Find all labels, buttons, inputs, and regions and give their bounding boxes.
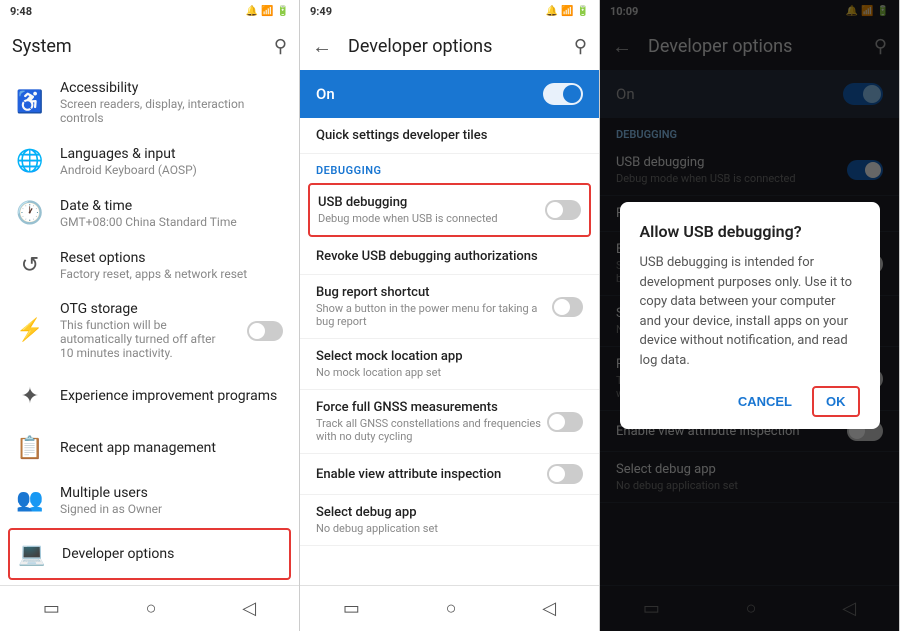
developer-label: Developer options [62, 546, 281, 562]
nav-back-1[interactable]: ◁ [226, 594, 272, 623]
reset-icon: ↺ [16, 253, 44, 278]
usb-debug-dialog: Allow USB debugging? USB debugging is in… [620, 202, 880, 429]
nav-square-2[interactable]: ▭ [327, 594, 376, 623]
debugging-header: DEBUGGING [300, 154, 599, 181]
dev-item-revoke[interactable]: Revoke USB debugging authorizations [300, 239, 599, 275]
reset-sub: Factory reset, apps & network reset [60, 267, 283, 281]
mock-label: Select mock location app [316, 349, 583, 364]
gnss-sub: Track all GNSS constellations and freque… [316, 417, 547, 443]
status-icons-2: 🔔 📶 🔋 [546, 6, 589, 17]
panel1-title: System [12, 36, 258, 57]
bugreport-label: Bug report shortcut [316, 285, 552, 300]
dev-on-bar: On [300, 70, 599, 118]
debugapp-sub: No debug application set [316, 522, 583, 535]
recent-label: Recent app management [60, 440, 283, 456]
dev-item-mock[interactable]: Select mock location app No mock locatio… [300, 339, 599, 390]
panel2-title: Developer options [348, 36, 558, 57]
bottom-nav-2: ▭ ○ ◁ [300, 585, 599, 631]
settings-item-accessibility[interactable]: ♿ Accessibility Screen readers, display,… [0, 70, 299, 135]
mock-sub: No mock location app set [316, 366, 583, 379]
recent-icon: 📋 [16, 436, 44, 461]
top-bar-1: System ⚲ [0, 22, 299, 70]
settings-item-users[interactable]: 👥 Multiple users Signed in as Owner [0, 474, 299, 526]
otg-toggle[interactable] [247, 321, 283, 341]
dialog-body: USB debugging is intended for developmen… [640, 253, 860, 370]
status-bar-2: 9:49 🔔 📶 🔋 [300, 0, 599, 22]
usb-debug-toggle[interactable] [545, 200, 581, 220]
datetime-label: Date & time [60, 198, 283, 214]
developer-icon: 💻 [18, 542, 46, 567]
users-icon: 👥 [16, 488, 44, 513]
dialog-overlay: Allow USB debugging? USB debugging is in… [600, 0, 899, 631]
bugreport-toggle[interactable] [552, 297, 583, 317]
status-time-1: 9:48 [10, 5, 32, 18]
settings-list: ♿ Accessibility Screen readers, display,… [0, 70, 299, 585]
bottom-nav-1: ▭ ○ ◁ [0, 585, 299, 631]
status-time-2: 9:49 [310, 5, 332, 18]
nav-circle-1[interactable]: ○ [130, 594, 173, 623]
dialog-ok-button[interactable]: OK [812, 386, 860, 417]
reset-label: Reset options [60, 250, 283, 266]
settings-item-language[interactable]: 🌐 Languages & input Android Keyboard (AO… [0, 135, 299, 187]
nav-square-1[interactable]: ▭ [27, 594, 76, 623]
dev-item-gnss[interactable]: Force full GNSS measurements Track all G… [300, 390, 599, 454]
accessibility-sub: Screen readers, display, interaction con… [60, 97, 283, 125]
debugapp-label: Select debug app [316, 505, 583, 520]
users-label: Multiple users [60, 485, 283, 501]
revoke-label: Revoke USB debugging authorizations [316, 249, 583, 264]
dev-settings-list: Quick settings developer tiles DEBUGGING… [300, 118, 599, 585]
dev-item-quick[interactable]: Quick settings developer tiles [300, 118, 599, 154]
otg-icon: ⚡ [16, 318, 44, 343]
back-button-2[interactable]: ← [312, 34, 332, 59]
usb-debug-label: USB debugging [318, 195, 498, 210]
accessibility-icon: ♿ [16, 90, 44, 115]
dev-item-viewattr[interactable]: Enable view attribute inspection [300, 454, 599, 495]
language-icon: 🌐 [16, 149, 44, 174]
search-icon-1[interactable]: ⚲ [274, 36, 287, 57]
nav-circle-2[interactable]: ○ [430, 594, 473, 623]
accessibility-label: Accessibility [60, 80, 283, 96]
top-bar-2: ← Developer options ⚲ [300, 22, 599, 70]
status-bar-1: 9:48 🔔 📶 🔋 [0, 0, 299, 22]
settings-item-datetime[interactable]: 🕐 Date & time GMT+08:00 China Standard T… [0, 187, 299, 239]
panel-developer-light: 9:49 🔔 📶 🔋 ← Developer options ⚲ On Quic… [300, 0, 600, 631]
dev-item-debugapp[interactable]: Select debug app No debug application se… [300, 495, 599, 546]
users-sub: Signed in as Owner [60, 502, 283, 516]
settings-item-reset[interactable]: ↺ Reset options Factory reset, apps & ne… [0, 239, 299, 291]
otg-sub: This function will be automatically turn… [60, 318, 231, 360]
dialog-cancel-button[interactable]: CANCEL [726, 386, 804, 417]
experience-label: Experience improvement programs [60, 388, 283, 404]
datetime-sub: GMT+08:00 China Standard Time [60, 215, 283, 229]
nav-back-2[interactable]: ◁ [526, 594, 572, 623]
experience-icon: ✦ [16, 384, 44, 409]
viewattr-toggle[interactable] [547, 464, 583, 484]
search-icon-2[interactable]: ⚲ [574, 36, 587, 57]
dev-item-usb[interactable]: USB debugging Debug mode when USB is con… [308, 183, 591, 237]
dev-on-label: On [316, 85, 335, 103]
gnss-toggle[interactable] [547, 412, 583, 432]
settings-item-experience[interactable]: ✦ Experience improvement programs [0, 370, 299, 422]
dialog-buttons: CANCEL OK [640, 386, 860, 417]
settings-item-recent[interactable]: 📋 Recent app management [0, 422, 299, 474]
panel-system: 9:48 🔔 📶 🔋 System ⚲ ♿ Accessibility Scre… [0, 0, 300, 631]
otg-label: OTG storage [60, 301, 231, 317]
usb-debug-sub: Debug mode when USB is connected [318, 212, 498, 225]
dev-item-bugreport[interactable]: Bug report shortcut Show a button in the… [300, 275, 599, 339]
datetime-icon: 🕐 [16, 201, 44, 226]
status-icons-1: 🔔 📶 🔋 [246, 6, 289, 17]
settings-item-developer[interactable]: 💻 Developer options [8, 528, 291, 580]
settings-item-otg[interactable]: ⚡ OTG storage This function will be auto… [0, 291, 299, 370]
dev-on-toggle[interactable] [543, 83, 583, 105]
language-label: Languages & input [60, 146, 283, 162]
dialog-title: Allow USB debugging? [640, 222, 860, 241]
language-sub: Android Keyboard (AOSP) [60, 163, 283, 177]
dev-quick-label: Quick settings developer tiles [316, 128, 583, 143]
viewattr-label: Enable view attribute inspection [316, 467, 501, 482]
gnss-label: Force full GNSS measurements [316, 400, 547, 415]
panel-developer-dark: 10:09 🔔 📶 🔋 ← Developer options ⚲ On DEB… [600, 0, 900, 631]
bugreport-sub: Show a button in the power menu for taki… [316, 302, 552, 328]
